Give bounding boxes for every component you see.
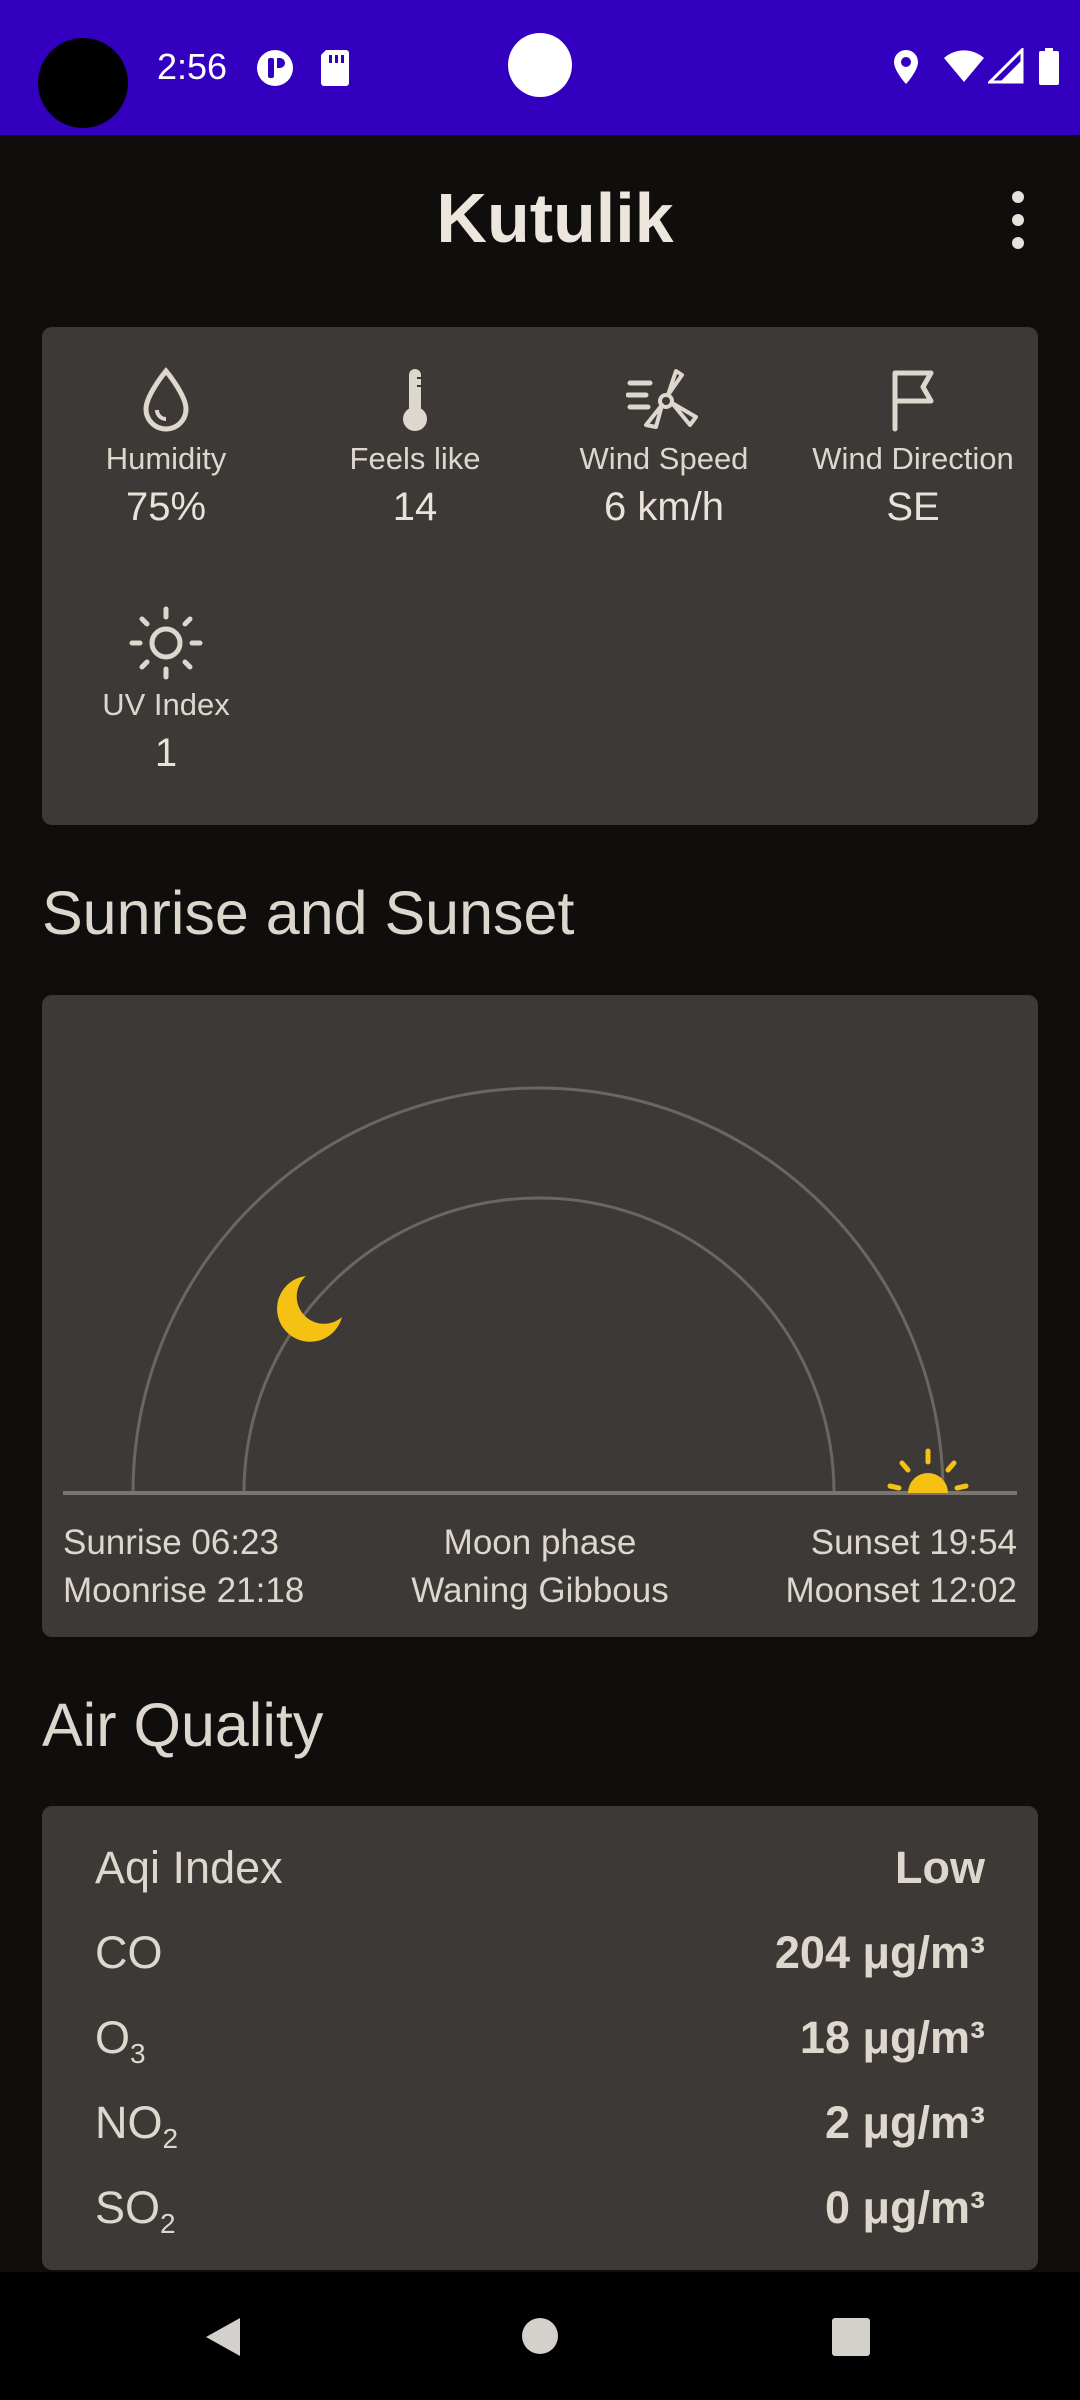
vpn-icon: [257, 50, 293, 86]
wind-turbine-icon: [626, 369, 698, 429]
moon-phase-label: Moon phase: [443, 1523, 637, 1562]
sunrise-time: Sunrise 06:23: [63, 1523, 279, 1562]
status-time: 2:56: [157, 46, 228, 87]
aq-label: NO2: [95, 2097, 178, 2155]
aq-label-text: SO: [95, 2182, 161, 2233]
detail-value: 6 km/h: [603, 485, 725, 529]
navigation-bar: [0, 2272, 1080, 2400]
air-quality-card: Aqi Index Low CO 204 μg/m³ O3 18 μg/m³ N…: [42, 1806, 1038, 2270]
aq-value: 2 μg/m³: [824, 2097, 985, 2148]
flag-icon: [892, 370, 934, 432]
thermometer-icon: [403, 369, 427, 431]
aq-row-no2: NO2 2 μg/m³: [95, 2097, 985, 2157]
water-drop-icon: [143, 367, 189, 432]
sun-moon-card: Sunrise 06:23 Moonrise 21:18 Moon phase …: [42, 995, 1038, 1637]
sun-icon: [129, 606, 203, 680]
signal-icon: [988, 48, 1024, 84]
sunset-time: Sunset 19:54: [810, 1523, 1017, 1562]
weather-details-card: Humidity 75% Feels like 14 Wind Speed 6 …: [42, 327, 1038, 825]
detail-label: Wind Direction: [812, 441, 1014, 476]
back-icon[interactable]: [200, 2314, 246, 2360]
detail-wind-speed: Wind Speed 6 km/h: [540, 365, 788, 530]
camera-dot: [508, 33, 572, 97]
detail-uv-index: UV Index 1: [42, 605, 290, 776]
detail-value: 75%: [125, 485, 207, 529]
aq-value: 18 μg/m³: [799, 2012, 985, 2063]
detail-label: UV Index: [102, 687, 230, 722]
detail-label: Wind Speed: [579, 441, 749, 476]
sun-marker-icon: [887, 1448, 969, 1493]
detail-humidity: Humidity 75%: [42, 365, 290, 530]
recents-icon[interactable]: [830, 2316, 872, 2358]
sun-arc: [131, 1086, 945, 1494]
rise-times: Sunrise 06:23 Moonrise 21:18: [63, 1519, 304, 1615]
moon-arc: [242, 1196, 836, 1494]
screen: 2:56 Kutulik Humidity 75% Feels like 14 …: [0, 0, 1080, 2400]
more-vert-icon[interactable]: [998, 185, 1038, 255]
battery-icon: [1039, 48, 1059, 85]
aq-label-subscript: 2: [162, 2123, 179, 2154]
detail-feels-like: Feels like 14: [291, 365, 539, 530]
aq-label-text: NO: [95, 2097, 163, 2148]
sd-card-icon: [321, 50, 349, 86]
section-title-air-quality: Air Quality: [42, 1691, 324, 1759]
detail-value: 1: [154, 731, 178, 775]
detail-label: Feels like: [349, 441, 481, 476]
location-icon: [894, 50, 918, 84]
moon-phase: Moon phase Waning Gibbous: [340, 1519, 740, 1615]
detail-value: SE: [886, 485, 940, 529]
aq-label-subscript: 2: [160, 2208, 176, 2239]
detail-label: Humidity: [105, 441, 227, 476]
aq-label-text: O: [95, 2012, 131, 2063]
wifi-icon: [944, 50, 984, 82]
aq-label: SO2: [95, 2182, 176, 2240]
aq-row-o3: O3 18 μg/m³: [95, 2012, 985, 2072]
aq-value: 204 μg/m³: [774, 1927, 985, 1978]
aq-label-subscript: 3: [130, 2038, 146, 2069]
aq-label: CO: [95, 1927, 163, 1978]
aq-value: 0 μg/m³: [824, 2182, 985, 2233]
aq-row-co: CO 204 μg/m³: [95, 1927, 985, 1987]
home-icon[interactable]: [520, 2316, 560, 2356]
aq-row-so2: SO2 0 μg/m³: [95, 2182, 985, 2242]
page-title: Kutulik: [436, 179, 674, 257]
moon-phase-value: Waning Gibbous: [411, 1571, 669, 1610]
moonset-time: Moonset 12:02: [785, 1571, 1017, 1610]
aq-label: O3: [95, 2012, 146, 2070]
detail-wind-direction: Wind Direction SE: [789, 365, 1037, 530]
moonrise-time: Moonrise 21:18: [63, 1571, 305, 1610]
aq-row-aqi-index: Aqi Index Low: [95, 1842, 985, 1902]
set-times: Sunset 19:54 Moonset 12:02: [785, 1519, 1017, 1615]
detail-value: 14: [392, 485, 438, 529]
status-bar: 2:56: [0, 0, 1080, 135]
section-title-sun: Sunrise and Sunset: [42, 879, 575, 947]
aq-value: Low: [895, 1842, 985, 1893]
aq-label: Aqi Index: [95, 1842, 283, 1893]
camera-cutout: [38, 38, 128, 128]
